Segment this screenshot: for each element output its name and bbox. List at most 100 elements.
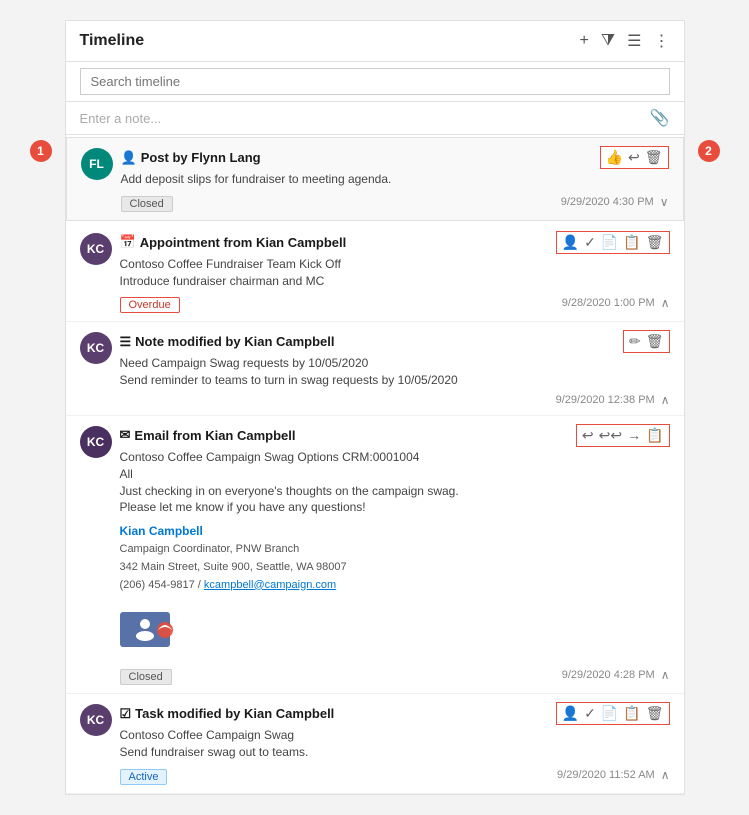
- forward-icon[interactable]: →: [627, 427, 641, 443]
- email-timestamp: 9/29/2020 4:28 PM: [562, 669, 655, 681]
- reply-all-icon[interactable]: ↩↩: [599, 427, 622, 444]
- avatar-kc-task: KC: [80, 704, 112, 736]
- email-signature: Kian Campbell Campaign Coordinator, PNW …: [120, 522, 670, 594]
- appt-body: Contoso Coffee Fundraiser Team Kick OffI…: [120, 256, 670, 290]
- note-footer: 9/29/2020 12:38 PM ∧: [120, 393, 670, 407]
- callout-1: 1: [30, 140, 52, 162]
- callout-2: 2: [698, 140, 720, 162]
- copy-icon-task[interactable]: 📄: [601, 705, 618, 722]
- email-body: Contoso Coffee Campaign Swag Options CRM…: [120, 449, 670, 516]
- note-content: ☰ Note modified by Kian Campbell ✏ 🗑 Nee…: [120, 330, 670, 407]
- avatar-kc-note: KC: [80, 332, 112, 364]
- sig-email-link[interactable]: kcampbell@campaign.com: [204, 579, 336, 591]
- timeline-item-note: KC ☰ Note modified by Kian Campbell ✏ 🗑: [66, 322, 684, 416]
- email-sig-image: [120, 602, 190, 657]
- add-icon[interactable]: +: [580, 32, 589, 50]
- note-timestamp: 9/29/2020 12:38 PM: [556, 394, 655, 406]
- appt-content: 📅 Appointment from Kian Campbell 👤 ✓ 📄 📋…: [120, 231, 670, 314]
- delete-icon-appt[interactable]: 🗑: [646, 234, 664, 251]
- avatar-kc-appt: KC: [80, 233, 112, 265]
- appt-footer: Overdue 9/28/2020 1:00 PM ∧: [120, 293, 670, 313]
- post-timestamp: 9/29/2020 4:30 PM: [561, 196, 654, 208]
- more-icon[interactable]: ⋮: [654, 31, 670, 51]
- email-status-badge: Closed: [120, 669, 172, 685]
- appt-item-header: KC 📅 Appointment from Kian Campbell 👤 ✓ …: [80, 231, 670, 314]
- delete-icon-task[interactable]: 🗑: [646, 705, 664, 722]
- task-footer: Active 9/29/2020 11:52 AM ∧: [120, 765, 670, 785]
- timeline-item-appointment: KC 📅 Appointment from Kian Campbell 👤 ✓ …: [66, 223, 684, 323]
- email-actions[interactable]: ↩ ↩↩ → 📋: [576, 424, 670, 447]
- assign-icon[interactable]: 👤: [562, 234, 579, 251]
- note-actions[interactable]: ✏ 🗑: [623, 330, 670, 353]
- task-item-header: KC ☑ Task modified by Kian Campbell 👤 ✓ …: [80, 702, 670, 785]
- note-title-row: ☰ Note modified by Kian Campbell ✏ 🗑: [120, 330, 670, 353]
- timeline-panel: Timeline + ⧩ ☰ ⋮ Enter a note... 📎 FL: [65, 20, 685, 795]
- task-chevron[interactable]: ∧: [661, 768, 670, 782]
- timeline-list: FL 👤 Post by Flynn Lang 👍 ↩ 🗑: [66, 137, 684, 794]
- search-input[interactable]: [80, 68, 670, 95]
- filter-icon[interactable]: ⧩: [601, 32, 615, 50]
- copy-icon[interactable]: 📄: [601, 234, 618, 251]
- post-status-badge: Closed: [121, 196, 173, 212]
- post-body: Add deposit slips for fundraiser to meet…: [121, 171, 669, 188]
- clipboard-icon-email[interactable]: 📋: [646, 427, 663, 444]
- appt-status-badge: Overdue: [120, 297, 180, 313]
- note-item-header: KC ☰ Note modified by Kian Campbell ✏ 🗑: [80, 330, 670, 407]
- delete-icon[interactable]: 🗑: [645, 149, 663, 166]
- clipboard-icon-task[interactable]: 📋: [623, 705, 640, 722]
- complete-icon-task[interactable]: ✓: [584, 705, 596, 722]
- appt-actions[interactable]: 👤 ✓ 📄 📋 🗑: [556, 231, 670, 254]
- complete-icon[interactable]: ✓: [584, 234, 596, 251]
- search-area: [66, 62, 684, 102]
- email-chevron[interactable]: ∧: [661, 668, 670, 682]
- edit-icon[interactable]: ✏: [629, 333, 641, 350]
- email-title-row: ✉ Email from Kian Campbell ↩ ↩↩ → 📋: [120, 424, 670, 447]
- task-type-icon: ☑: [120, 706, 132, 722]
- task-timestamp: 9/29/2020 11:52 AM: [557, 769, 655, 781]
- timeline-header: Timeline + ⧩ ☰ ⋮: [66, 21, 684, 62]
- sig-phone: (206) 454-9817 / kcampbell@campaign.com: [120, 577, 670, 595]
- post-title: 👤 Post by Flynn Lang: [121, 150, 261, 166]
- delete-icon-note[interactable]: 🗑: [646, 333, 664, 350]
- avatar-fl: FL: [81, 148, 113, 180]
- email-item-header: KC ✉ Email from Kian Campbell ↩ ↩↩ →: [80, 424, 670, 685]
- email-footer: Closed 9/29/2020 4:28 PM ∧: [120, 665, 670, 685]
- email-sig-image-area: [120, 602, 670, 657]
- note-title: ☰ Note modified by Kian Campbell: [120, 334, 335, 350]
- reply-icon[interactable]: ↩: [628, 149, 640, 166]
- like-icon[interactable]: 👍: [606, 149, 623, 166]
- appt-title-row: 📅 Appointment from Kian Campbell 👤 ✓ 📄 📋…: [120, 231, 670, 254]
- note-body: Need Campaign Swag requests by 10/05/202…: [120, 355, 670, 389]
- assign-icon-task[interactable]: 👤: [562, 705, 579, 722]
- sort-icon[interactable]: ☰: [627, 31, 641, 51]
- appt-type-icon: 📅: [120, 234, 136, 250]
- post-content: 👤 Post by Flynn Lang 👍 ↩ 🗑 Add deposit s…: [121, 146, 669, 212]
- post-title-row: 👤 Post by Flynn Lang 👍 ↩ 🗑: [121, 146, 669, 169]
- note-placeholder: Enter a note...: [80, 111, 162, 126]
- email-content: ✉ Email from Kian Campbell ↩ ↩↩ → 📋 Cont…: [120, 424, 670, 685]
- timeline-item-post: FL 👤 Post by Flynn Lang 👍 ↩ 🗑: [66, 137, 684, 221]
- task-title: ☑ Task modified by Kian Campbell: [120, 706, 335, 722]
- task-actions[interactable]: 👤 ✓ 📄 📋 🗑: [556, 702, 670, 725]
- note-chevron[interactable]: ∧: [661, 393, 670, 407]
- attach-icon[interactable]: 📎: [650, 108, 670, 128]
- timeline-item-email: KC ✉ Email from Kian Campbell ↩ ↩↩ →: [66, 416, 684, 694]
- reply-single-icon[interactable]: ↩: [582, 427, 594, 444]
- appt-title: 📅 Appointment from Kian Campbell: [120, 234, 347, 250]
- task-status-badge: Active: [120, 769, 168, 785]
- appt-chevron[interactable]: ∧: [661, 296, 670, 310]
- header-actions: + ⧩ ☰ ⋮: [580, 31, 670, 51]
- clipboard-icon[interactable]: 📋: [623, 234, 640, 251]
- sig-title: Campaign Coordinator, PNW Branch: [120, 541, 670, 559]
- task-body: Contoso Coffee Campaign SwagSend fundrai…: [120, 727, 670, 761]
- avatar-kc-email: KC: [80, 426, 112, 458]
- panel-title: Timeline: [80, 32, 580, 50]
- email-type-icon: ✉: [120, 427, 131, 443]
- task-title-row: ☑ Task modified by Kian Campbell 👤 ✓ 📄 📋…: [120, 702, 670, 725]
- post-footer: Closed 9/29/2020 4:30 PM ∨: [121, 192, 669, 212]
- timeline-item-task: KC ☑ Task modified by Kian Campbell 👤 ✓ …: [66, 694, 684, 794]
- post-actions[interactable]: 👍 ↩ 🗑: [600, 146, 669, 169]
- sig-address: 342 Main Street, Suite 900, Seattle, WA …: [120, 559, 670, 577]
- post-chevron[interactable]: ∨: [660, 195, 669, 209]
- sig-name: Kian Campbell: [120, 522, 670, 541]
